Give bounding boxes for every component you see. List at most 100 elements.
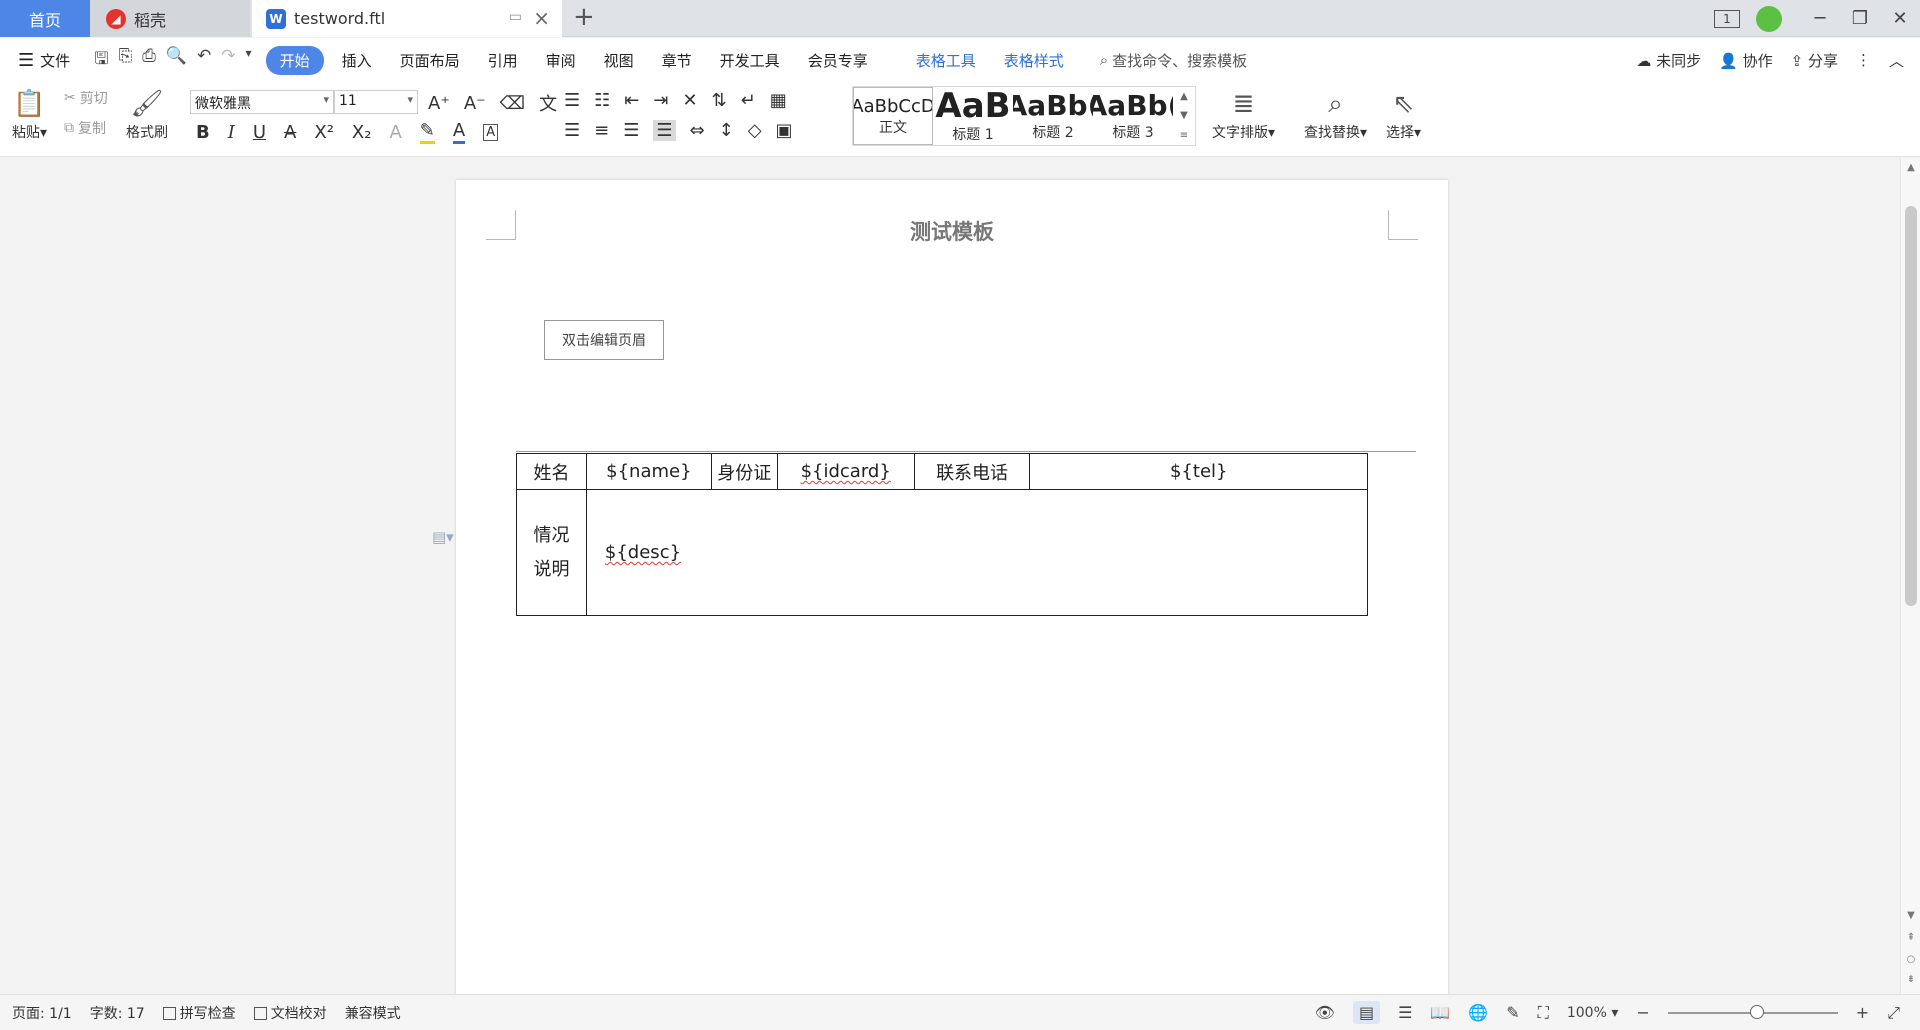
font-color-icon[interactable]: A	[452, 120, 466, 144]
fullscreen-icon[interactable]: ⤢	[1887, 1003, 1900, 1023]
next-page-icon[interactable]: ⇟	[1901, 974, 1920, 985]
close-tab-icon[interactable]: ×	[533, 6, 550, 30]
page-view-icon[interactable]: ▤	[1352, 1001, 1381, 1024]
subscript-icon[interactable]: X₂	[352, 122, 372, 143]
underline-icon[interactable]: U	[253, 122, 266, 143]
print-preview-icon[interactable]: 🔍	[166, 46, 187, 75]
style-normal[interactable]: AaBbCcD 正文	[853, 87, 933, 145]
scroll-up-icon[interactable]: ▲	[1901, 162, 1920, 173]
collab-button[interactable]: 👤 协作	[1719, 50, 1772, 71]
line-spacing-icon[interactable]: ↕	[719, 120, 734, 141]
justify-icon[interactable]: ☰	[653, 120, 676, 141]
new-tab-icon[interactable]: +	[573, 2, 595, 32]
select-button[interactable]: ⇖ 选择▾	[1386, 86, 1421, 142]
minimize-icon[interactable]: ─	[1800, 8, 1840, 29]
redo-icon[interactable]: ↷	[221, 46, 235, 75]
strikethrough-icon[interactable]: A	[284, 122, 296, 143]
window-count-icon[interactable]: 1	[1714, 9, 1740, 28]
zoom-slider-knob[interactable]	[1749, 1004, 1764, 1019]
style-heading-3[interactable]: AaBb( 标题 3	[1093, 87, 1173, 145]
scroll-thumb[interactable]	[1905, 206, 1917, 606]
zoom-out-icon[interactable]: −	[1636, 1003, 1649, 1022]
menu-start[interactable]: 开始	[265, 45, 324, 75]
vertical-scrollbar[interactable]: ▲ ▼ ⇞ ○ ⇟	[1900, 158, 1920, 994]
copy-button[interactable]: ⧉ 复制	[64, 118, 106, 138]
font-family-select[interactable]: 微软雅黑	[190, 90, 334, 114]
tab-document[interactable]: W testword.ftl ▭ ×	[252, 0, 562, 37]
zoom-select[interactable]: 100% ▾	[1567, 1005, 1619, 1021]
web-view-icon[interactable]: 🌐	[1468, 1003, 1488, 1022]
table-cell-name-value[interactable]: ${name}	[585, 453, 712, 490]
tab-daoke[interactable]: ◢ 稻壳	[90, 0, 250, 37]
document-page[interactable]: 测试模板 双击编辑页眉 姓名 ${name} 身份证 ${idcard} 联系电…	[456, 180, 1448, 994]
fit-page-icon[interactable]: ⛶	[1538, 1003, 1549, 1023]
table-cell-idcard-value[interactable]: ${idcard}	[776, 453, 915, 490]
chevron-down-icon[interactable]: ▼	[1180, 110, 1188, 121]
italic-icon[interactable]: I	[228, 122, 235, 143]
paste-button[interactable]: 📋 粘贴▾	[12, 86, 47, 142]
align-center-icon[interactable]: ≡	[594, 120, 609, 141]
bold-icon[interactable]: B	[196, 122, 210, 143]
command-search[interactable]: ⌕ 查找命令、搜索模板	[1100, 50, 1247, 71]
shading-icon[interactable]: ◇	[748, 120, 762, 141]
close-window-icon[interactable]: ✕	[1880, 8, 1920, 29]
save-icon[interactable]: 🖫	[94, 46, 108, 75]
decrease-indent-icon[interactable]: ⇤	[624, 90, 639, 111]
text-effect-icon[interactable]: A	[389, 122, 401, 143]
outline-view-icon[interactable]: ☰	[1398, 1003, 1412, 1022]
restore-icon[interactable]: ❐	[1840, 8, 1880, 29]
phonetic-icon[interactable]: 文	[539, 90, 557, 116]
table-cell-tel-label[interactable]: 联系电话	[913, 453, 1031, 490]
bullet-list-icon[interactable]: ☰	[564, 90, 580, 111]
table-cell-desc-label[interactable]: 情况 说明	[516, 489, 587, 616]
char-border-icon[interactable]: A	[483, 123, 499, 141]
highlight-icon[interactable]: ✎	[419, 120, 435, 144]
quick-access-dropdown-icon[interactable]: ▾	[246, 46, 252, 75]
paragraph-options-icon[interactable]: ▤▾	[432, 528, 454, 546]
align-left-icon[interactable]: ☰	[564, 120, 580, 141]
superscript-icon[interactable]: X²	[314, 122, 334, 143]
menu-review[interactable]: 审阅	[546, 50, 576, 71]
menu-section[interactable]: 章节	[662, 50, 692, 71]
format-painter-button[interactable]: 🖌 格式刷	[126, 86, 168, 142]
font-size-select[interactable]: 11	[334, 90, 418, 114]
more-icon[interactable]: ⋮	[1856, 51, 1871, 69]
increase-indent-icon[interactable]: ⇥	[653, 90, 668, 111]
edit-header-button[interactable]: 双击编辑页眉	[544, 320, 664, 360]
reading-view-icon[interactable]: 📖	[1430, 1003, 1450, 1022]
page-indicator[interactable]: 页面: 1/1	[12, 1003, 72, 1023]
word-count[interactable]: 字数: 17	[90, 1003, 145, 1023]
chevron-up-icon[interactable]: ▲	[1180, 91, 1188, 102]
text-layout-button[interactable]: ≣ 文字排版▾	[1212, 86, 1275, 142]
table-grid-icon[interactable]: ▦	[770, 90, 787, 111]
tab-home[interactable]: 首页	[0, 0, 90, 37]
collapse-ribbon-icon[interactable]: ︿	[1889, 50, 1904, 71]
browse-object-icon[interactable]: ○	[1901, 954, 1920, 965]
document-title[interactable]: 测试模板	[456, 216, 1448, 246]
menu-table-tools[interactable]: 表格工具	[916, 50, 976, 71]
zoom-in-icon[interactable]: +	[1856, 1003, 1869, 1022]
table-cell-desc-value[interactable]: ${desc}	[585, 489, 1369, 616]
sort-icon[interactable]: ⇅	[712, 90, 727, 111]
menu-developer[interactable]: 开发工具	[720, 50, 780, 71]
menu-page-layout[interactable]: 页面布局	[400, 50, 460, 71]
print-icon[interactable]: ⎙	[142, 46, 156, 75]
eye-protect-icon[interactable]: 👁	[1315, 1003, 1335, 1022]
find-replace-button[interactable]: ⌕ 查找替换▾	[1304, 86, 1367, 142]
pin-tab-icon[interactable]: ▭	[509, 9, 522, 25]
spell-check-toggle[interactable]: 拼写检查	[162, 1003, 236, 1023]
proofread-toggle[interactable]: 文档校对	[253, 1003, 327, 1023]
menu-table-style[interactable]: 表格样式	[1004, 50, 1064, 71]
sync-button[interactable]: ☁ 未同步	[1636, 50, 1701, 71]
table-cell-idcard-label[interactable]: 身份证	[710, 453, 778, 490]
cut-button[interactable]: ✂ 剪切	[64, 88, 108, 108]
shrink-font-icon[interactable]: A⁻	[464, 93, 486, 114]
share-button[interactable]: ⇪ 分享	[1791, 50, 1838, 71]
numbered-list-icon[interactable]: ☷	[594, 90, 610, 111]
style-heading-1[interactable]: AaB 标题 1	[933, 87, 1013, 145]
style-heading-2[interactable]: AaBb( 标题 2	[1013, 87, 1093, 145]
zoom-slider[interactable]	[1667, 1004, 1838, 1019]
file-menu[interactable]: ☰ 文件	[18, 50, 70, 71]
expand-gallery-icon[interactable]: ≡	[1180, 130, 1188, 141]
table-cell-name-label[interactable]: 姓名	[516, 453, 587, 490]
